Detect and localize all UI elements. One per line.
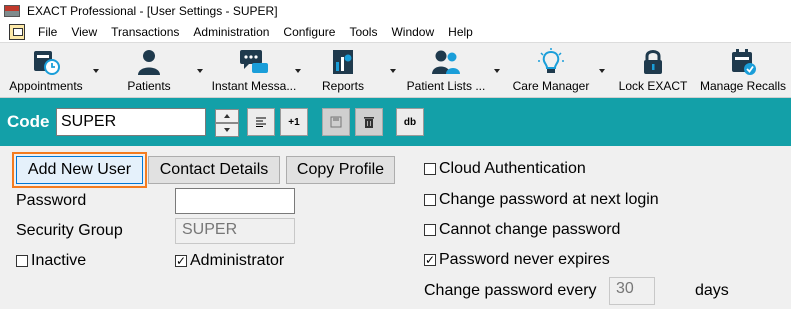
title-bar: EXACT Professional - [User Settings - SU… xyxy=(0,0,791,22)
chat-bubbles-icon xyxy=(239,48,269,76)
plus-one-label: +1 xyxy=(288,116,300,128)
instant-messages-label: Instant Messa... xyxy=(211,79,297,93)
patient-lists-dropdown-arrow[interactable] xyxy=(494,69,500,73)
checkbox-box xyxy=(16,255,28,267)
password-label: Password xyxy=(16,192,87,209)
reports-label: Reports xyxy=(321,79,365,93)
chevron-down-icon xyxy=(224,128,230,132)
password-expiry-days-field[interactable]: 30 xyxy=(609,277,655,305)
list-view-button[interactable] xyxy=(247,108,275,136)
change-password-next-login-checkbox[interactable]: Change password at next login xyxy=(424,191,659,209)
cloud-authentication-label: Cloud Authentication xyxy=(439,160,586,177)
chevron-up-icon xyxy=(224,114,230,118)
calendar-clock-icon xyxy=(31,48,61,76)
window-title: EXACT Professional - [User Settings - SU… xyxy=(27,4,278,18)
menu-bar: File View Transactions Administration Co… xyxy=(0,22,791,42)
administrator-checkbox[interactable]: ✓ Administrator xyxy=(175,252,284,270)
manage-recalls-label: Manage Recalls xyxy=(699,79,787,93)
days-label: days xyxy=(695,282,729,299)
lock-exact-button[interactable]: Lock EXACT xyxy=(618,48,688,96)
checkbox-box xyxy=(424,163,436,175)
appointments-dropdown-arrow[interactable] xyxy=(93,69,99,73)
reports-dropdown-arrow[interactable] xyxy=(390,69,396,73)
code-bar: Code +1 db xyxy=(0,98,791,146)
people-group-icon xyxy=(431,48,461,76)
code-label: Code xyxy=(7,112,50,131)
lightbulb-icon xyxy=(536,48,566,76)
lines-icon xyxy=(256,117,266,127)
cloud-authentication-checkbox[interactable]: Cloud Authentication xyxy=(424,160,586,178)
db-label: db xyxy=(403,116,417,128)
change-password-every-label: Change password every xyxy=(424,282,597,299)
password-field[interactable] xyxy=(175,188,295,214)
security-group-field[interactable]: SUPER xyxy=(175,218,295,244)
checkbox-box xyxy=(424,194,436,206)
user-settings-form: Add New User Contact Details Copy Profil… xyxy=(0,146,791,309)
patients-dropdown-arrow[interactable] xyxy=(197,69,203,73)
menu-administration[interactable]: Administration xyxy=(186,25,276,39)
care-manager-button[interactable]: Care Manager xyxy=(508,48,594,96)
administrator-label: Administrator xyxy=(190,252,285,269)
menu-configure[interactable]: Configure xyxy=(276,25,342,39)
trash-icon xyxy=(364,116,374,128)
contact-details-button[interactable]: Contact Details xyxy=(148,156,280,184)
menu-window[interactable]: Window xyxy=(384,25,441,39)
lock-exact-label: Lock EXACT xyxy=(618,79,688,93)
patient-lists-button[interactable]: Patient Lists ... xyxy=(404,48,488,96)
main-toolbar: Appointments Patients Instant Messa... R… xyxy=(0,42,791,98)
plus-one-button[interactable]: +1 xyxy=(280,108,308,136)
care-manager-dropdown-arrow[interactable] xyxy=(599,69,605,73)
app-icon xyxy=(4,5,20,17)
person-icon xyxy=(134,48,164,76)
appointments-label: Appointments xyxy=(9,79,83,93)
copy-profile-button[interactable]: Copy Profile xyxy=(286,156,395,184)
menu-view[interactable]: View xyxy=(64,25,104,39)
menu-help[interactable]: Help xyxy=(441,25,480,39)
checkmark-icon: ✓ xyxy=(424,253,436,267)
appointments-button[interactable]: Appointments xyxy=(6,48,86,96)
save-button[interactable] xyxy=(322,108,350,136)
db-button[interactable]: db xyxy=(396,108,424,136)
password-never-expires-checkbox[interactable]: ✓ Password never expires xyxy=(424,251,610,269)
code-input[interactable] xyxy=(56,108,206,136)
inactive-label: Inactive xyxy=(31,252,87,269)
lock-icon xyxy=(638,48,668,76)
instant-messages-button[interactable]: Instant Messa... xyxy=(208,48,300,96)
cannot-change-password-checkbox[interactable]: Cannot change password xyxy=(424,221,620,239)
menu-transactions[interactable]: Transactions xyxy=(104,25,186,39)
change-password-next-login-label: Change password at next login xyxy=(439,191,659,208)
inactive-checkbox[interactable]: Inactive xyxy=(16,252,86,270)
reports-button[interactable]: Reports xyxy=(312,48,374,96)
menu-tools[interactable]: Tools xyxy=(342,25,384,39)
patient-lists-label: Patient Lists ... xyxy=(406,79,486,93)
care-manager-label: Care Manager xyxy=(512,79,590,93)
document-window-icon[interactable] xyxy=(9,24,25,40)
report-chart-icon xyxy=(328,48,358,76)
checkmark-icon: ✓ xyxy=(175,254,187,268)
patients-button[interactable]: Patients xyxy=(118,48,180,96)
delete-button[interactable] xyxy=(355,108,383,136)
save-disk-icon xyxy=(330,116,342,128)
cannot-change-password-label: Cannot change password xyxy=(439,221,621,238)
code-spin-up-button[interactable] xyxy=(215,109,239,123)
patients-label: Patients xyxy=(127,79,171,93)
manage-recalls-button[interactable]: Manage Recalls xyxy=(698,48,788,96)
checkbox-box xyxy=(424,224,436,236)
calendar-recall-icon xyxy=(728,48,758,76)
menu-file[interactable]: File xyxy=(31,25,64,39)
password-never-expires-label: Password never expires xyxy=(439,251,610,268)
instant-messages-dropdown-arrow[interactable] xyxy=(295,69,301,73)
add-new-user-button[interactable]: Add New User xyxy=(16,156,143,184)
security-group-label: Security Group xyxy=(16,222,123,239)
code-spin-down-button[interactable] xyxy=(215,123,239,137)
